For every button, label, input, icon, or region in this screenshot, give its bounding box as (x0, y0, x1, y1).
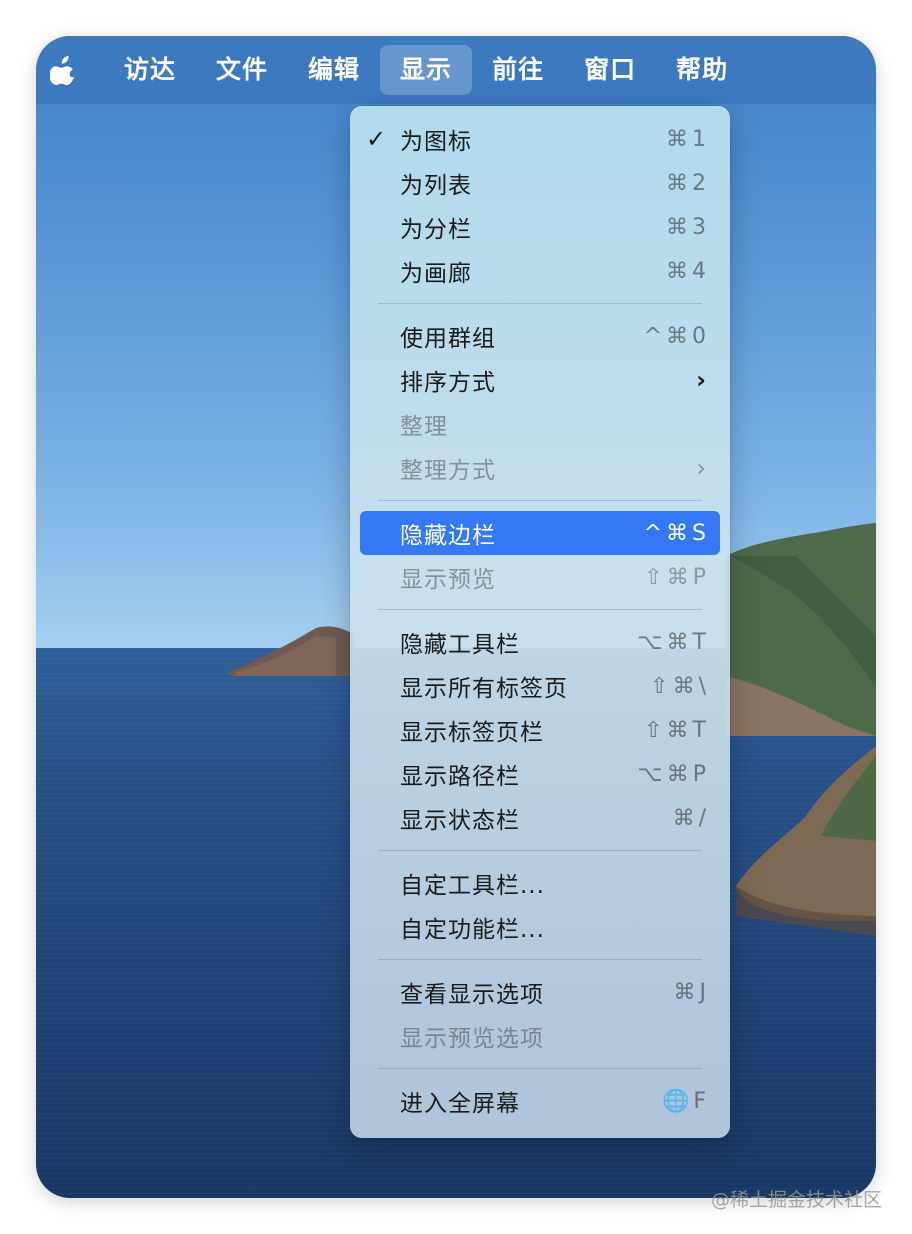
menu-item[interactable]: 为列表 ⌘2 (360, 161, 720, 205)
menu-edit[interactable]: 编辑 (288, 45, 380, 95)
menu-item-shortcut: ⌘2 (666, 170, 710, 196)
menu-item[interactable]: 显示路径栏 ⌥⌘P (360, 752, 720, 796)
menu-help[interactable]: 帮助 (656, 45, 748, 95)
menu-item[interactable]: 隐藏边栏 ^⌘S (360, 511, 720, 555)
menu-item-shortcut: ⌘3 (666, 214, 710, 240)
watermark: @稀土掘金技术社区 (710, 1189, 882, 1211)
submenu-chevron-icon: › (696, 454, 706, 482)
menu-items-list: ✓ 为图标 ⌘1 为列表 ⌘2 为分栏 ⌘3 为画廊 ⌘4 使用群组 ^⌘0 排序方式 › 整理整理方式 ›… (350, 117, 730, 1123)
view-menu-dropdown: ✓ 为图标 ⌘1 为列表 ⌘2 为分栏 ⌘3 为画廊 ⌘4 使用群组 ^⌘0 排序方式 › 整理整理方式 ›… (350, 106, 730, 1138)
menu-view[interactable]: 显示 (380, 45, 473, 95)
menu-window[interactable]: 窗口 (564, 45, 656, 95)
menu-item-shortcut: ^⌘0 (643, 323, 710, 349)
menu-item[interactable]: 显示标签页栏 ⇧⌘T (360, 708, 720, 752)
menu-item[interactable]: 隐藏工具栏 ⌥⌘T (360, 620, 720, 664)
menu-bar: 访达 文件 编辑 显示 前往 窗口 帮助 (36, 36, 876, 104)
menu-item-label: 为画廊 (400, 261, 472, 287)
menu-item[interactable]: 显示所有标签页 ⇧⌘\ (360, 664, 720, 708)
menu-item-label: 隐藏边栏 (400, 523, 496, 549)
menu-separator (378, 609, 702, 610)
menu-item-label: 显示标签页栏 (400, 720, 544, 746)
menu-item-shortcut: ⇧⌘T (644, 717, 710, 743)
menu-item-shortcut: 🌐F (661, 1088, 710, 1114)
desktop-screen: 访达 文件 编辑 显示 前往 窗口 帮助 ✓ 为图标 ⌘1 为列表 ⌘2 为分栏 ⌘3 为画廊… (36, 36, 876, 1198)
menu-item-shortcut: ⇧⌘\ (650, 673, 710, 699)
menu-item[interactable]: 使用群组 ^⌘0 (360, 314, 720, 358)
menu-item[interactable]: 排序方式 › (360, 358, 720, 402)
menu-item: 显示预览 ⇧⌘P (360, 555, 720, 599)
menu-item[interactable]: 为分栏 ⌘3 (360, 205, 720, 249)
menu-item: 显示预览选项 (360, 1014, 720, 1058)
menu-item[interactable]: 自定工具栏... (360, 861, 720, 905)
menu-item-shortcut: ⌘1 (666, 126, 710, 152)
checkmark-icon: ✓ (366, 125, 387, 153)
menu-item-label: 隐藏工具栏 (400, 632, 520, 658)
menu-item-label: 整理 (400, 414, 448, 440)
menu-separator (378, 500, 702, 501)
submenu-chevron-icon: › (696, 366, 706, 394)
menu-file[interactable]: 文件 (196, 45, 288, 95)
menu-separator (378, 1068, 702, 1069)
menu-item-label: 排序方式 (400, 370, 496, 396)
menu-item[interactable]: 自定功能栏... (360, 905, 720, 949)
menu-item-label: 查看显示选项 (400, 982, 544, 1008)
menu-item-label: 显示状态栏 (400, 808, 520, 834)
menu-item-label: 为图标 (400, 129, 472, 155)
menu-item-label: 显示预览 (400, 567, 496, 593)
menu-separator (378, 303, 702, 304)
menu-item-label: 整理方式 (400, 458, 496, 484)
menu-item[interactable]: 为画廊 ⌘4 (360, 249, 720, 293)
menu-item-label: 进入全屏幕 (400, 1091, 520, 1117)
menu-item-label: 使用群组 (400, 326, 496, 352)
menu-item-label: 显示预览选项 (400, 1026, 544, 1052)
menu-item-label: 为列表 (400, 173, 472, 199)
menu-item[interactable]: 进入全屏幕 🌐F (360, 1079, 720, 1123)
menu-item-label: 显示路径栏 (400, 764, 520, 790)
menu-item-shortcut: ⌥⌘P (637, 761, 710, 787)
menu-item-shortcut: ⌘/ (672, 805, 710, 831)
menu-item-shortcut: ⌥⌘T (637, 629, 710, 655)
menu-item-label: 为分栏 (400, 217, 472, 243)
menu-item[interactable]: 查看显示选项 ⌘J (360, 970, 720, 1014)
menu-separator (378, 850, 702, 851)
apple-logo-icon[interactable] (50, 55, 76, 85)
menu-separator (378, 959, 702, 960)
menu-item-shortcut: ⌘J (673, 979, 710, 1005)
menu-item-label: 自定工具栏... (400, 873, 545, 899)
menu-item[interactable]: ✓ 为图标 ⌘1 (360, 117, 720, 161)
menu-go[interactable]: 前往 (472, 45, 564, 95)
menu-item-shortcut: ^⌘S (643, 520, 710, 546)
menu-item: 整理方式 › (360, 446, 720, 490)
menu-item-label: 显示所有标签页 (400, 676, 568, 702)
menu-item[interactable]: 显示状态栏 ⌘/ (360, 796, 720, 840)
menu-finder[interactable]: 访达 (104, 45, 196, 95)
menu-item-shortcut: ⇧⌘P (644, 564, 710, 590)
menu-item-label: 自定功能栏... (400, 917, 545, 943)
menu-item-shortcut: ⌘4 (666, 258, 710, 284)
menu-item: 整理 (360, 402, 720, 446)
